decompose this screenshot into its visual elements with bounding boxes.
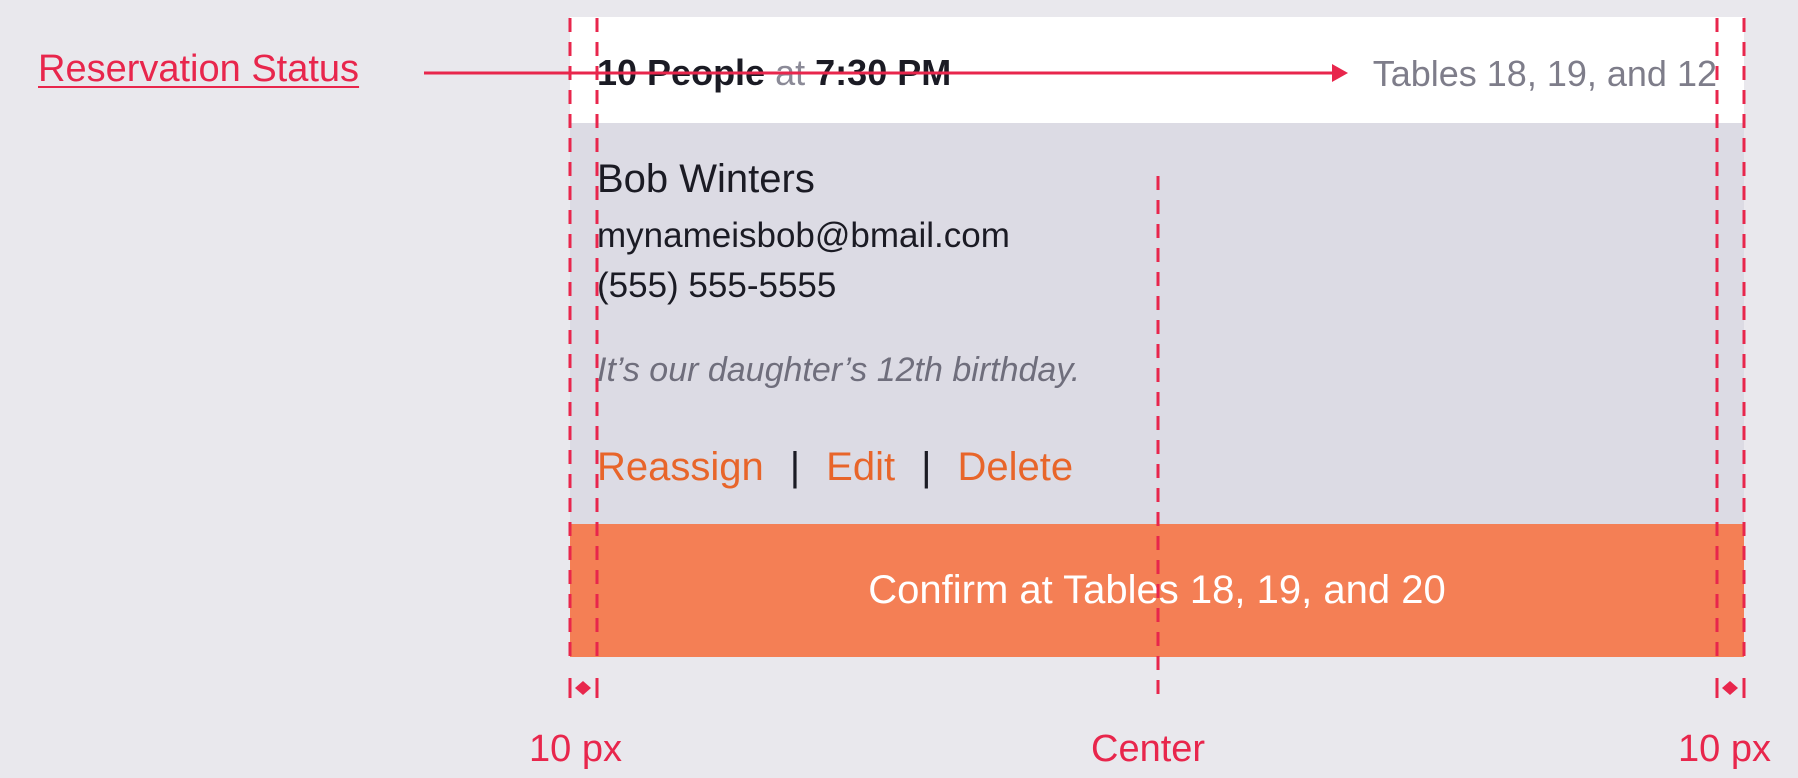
reservation-status-annotation: Reservation Status (38, 48, 360, 90)
center-annotation: Center (1091, 728, 1206, 770)
left-dimension-marker (575, 681, 591, 695)
right-padding-annotation: 10 px (1678, 728, 1771, 770)
right-dimension-marker (1722, 681, 1738, 695)
arrow-head (1332, 64, 1348, 82)
spec-annotation-overlay (424, 18, 1746, 702)
left-padding-annotation: 10 px (529, 728, 622, 770)
